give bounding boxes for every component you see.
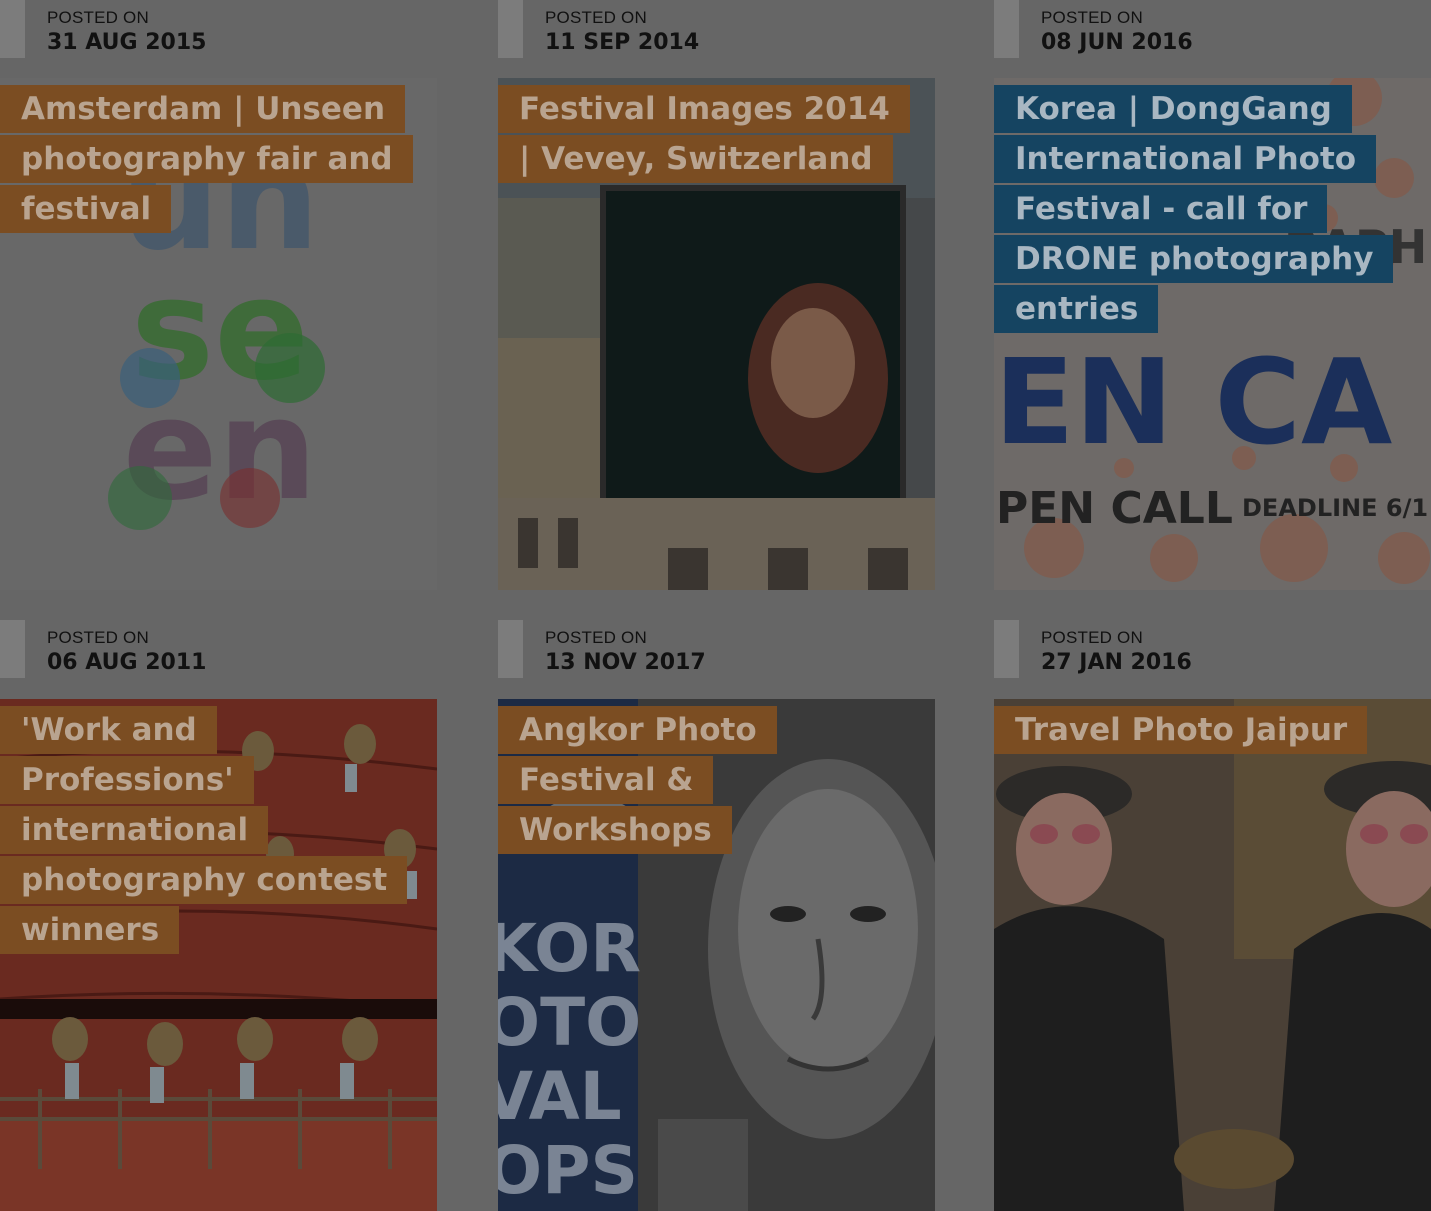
image-text: OPS — [498, 1132, 638, 1209]
posted-on-label: POSTED ON — [47, 628, 149, 647]
post-title[interactable]: 'Work and Professions' international pho… — [0, 706, 408, 954]
post-title-wrap[interactable]: Angkor Photo Festival & Workshops — [498, 705, 898, 855]
date-accent-bar — [0, 620, 25, 678]
image-text: KOR — [498, 910, 641, 987]
post-title[interactable]: Korea | DongGang International Photo Fes… — [994, 85, 1394, 333]
post-date-block: POSTED ON 13 NOV 2017 — [498, 620, 935, 678]
post-card[interactable]: POSTED ON 11 SEP 2014 Festival Images 20… — [498, 0, 935, 590]
post-date: 27 JAN 2016 — [1041, 650, 1192, 675]
date-accent-bar — [994, 620, 1019, 678]
posted-on-label: POSTED ON — [545, 8, 647, 27]
post-date: 06 AUG 2011 — [47, 650, 207, 675]
post-date-block: POSTED ON 08 JUN 2016 — [994, 0, 1431, 58]
post-title[interactable]: Amsterdam | Unseen photography fair and … — [0, 85, 413, 233]
date-accent-bar — [0, 0, 25, 58]
date-accent-bar — [498, 620, 523, 678]
post-title[interactable]: Angkor Photo Festival & Workshops — [498, 706, 777, 854]
posted-on-label: POSTED ON — [47, 8, 149, 27]
date-accent-bar — [994, 0, 1019, 58]
jaipur-children-photo-image — [994, 699, 1431, 1211]
post-title[interactable]: Travel Photo Jaipur — [994, 706, 1368, 754]
post-thumbnail[interactable] — [994, 699, 1431, 1211]
image-text: OTO — [498, 984, 641, 1061]
post-title[interactable]: Festival Images 2014 | Vevey, Switzerlan… — [498, 85, 910, 183]
image-text: VAL — [498, 1058, 622, 1135]
post-date: 08 JUN 2016 — [1041, 30, 1193, 55]
post-date: 11 SEP 2014 — [545, 30, 700, 55]
posted-on-label: POSTED ON — [1041, 628, 1143, 647]
post-card[interactable]: POSTED ON 27 JAN 2016 Travel Photo Jaipu… — [994, 620, 1431, 1211]
post-date-block: POSTED ON 11 SEP 2014 — [498, 0, 935, 58]
post-date: 13 NOV 2017 — [545, 650, 706, 675]
image-text: PEN CALL — [996, 483, 1233, 534]
post-title-wrap[interactable]: 'Work and Professions' international pho… — [0, 705, 408, 955]
posted-on-label: POSTED ON — [1041, 8, 1143, 27]
post-title-wrap[interactable]: Korea | DongGang International Photo Fes… — [994, 84, 1394, 334]
post-card[interactable]: POSTED ON 31 AUG 2015 un se en Amsterdam… — [0, 0, 437, 590]
post-date-block: POSTED ON 27 JAN 2016 — [994, 620, 1431, 678]
post-card[interactable]: POSTED ON 08 JUN 2016 EN CA PEN CALL DEA… — [994, 0, 1431, 590]
post-title-wrap[interactable]: Amsterdam | Unseen photography fair and … — [0, 84, 413, 234]
post-date-block: POSTED ON 31 AUG 2015 — [0, 0, 437, 58]
date-accent-bar — [498, 0, 523, 58]
post-title-wrap[interactable]: Festival Images 2014 | Vevey, Switzerlan… — [498, 84, 910, 184]
post-grid: POSTED ON 31 AUG 2015 un se en Amsterdam… — [0, 0, 1431, 1211]
post-title-wrap[interactable]: Travel Photo Jaipur — [994, 705, 1394, 755]
post-card[interactable]: POSTED ON 13 NOV 2017 KOR OTO VAL OPS An… — [498, 620, 935, 1211]
posted-on-label: POSTED ON — [545, 628, 647, 647]
image-text: DEADLINE 6/1 — [1242, 494, 1428, 522]
post-date: 31 AUG 2015 — [47, 30, 207, 55]
post-card[interactable]: POSTED ON 06 AUG 2011 'Work and Professi… — [0, 620, 437, 1211]
image-text: EN CA — [994, 333, 1392, 471]
post-date-block: POSTED ON 06 AUG 2011 — [0, 620, 437, 678]
